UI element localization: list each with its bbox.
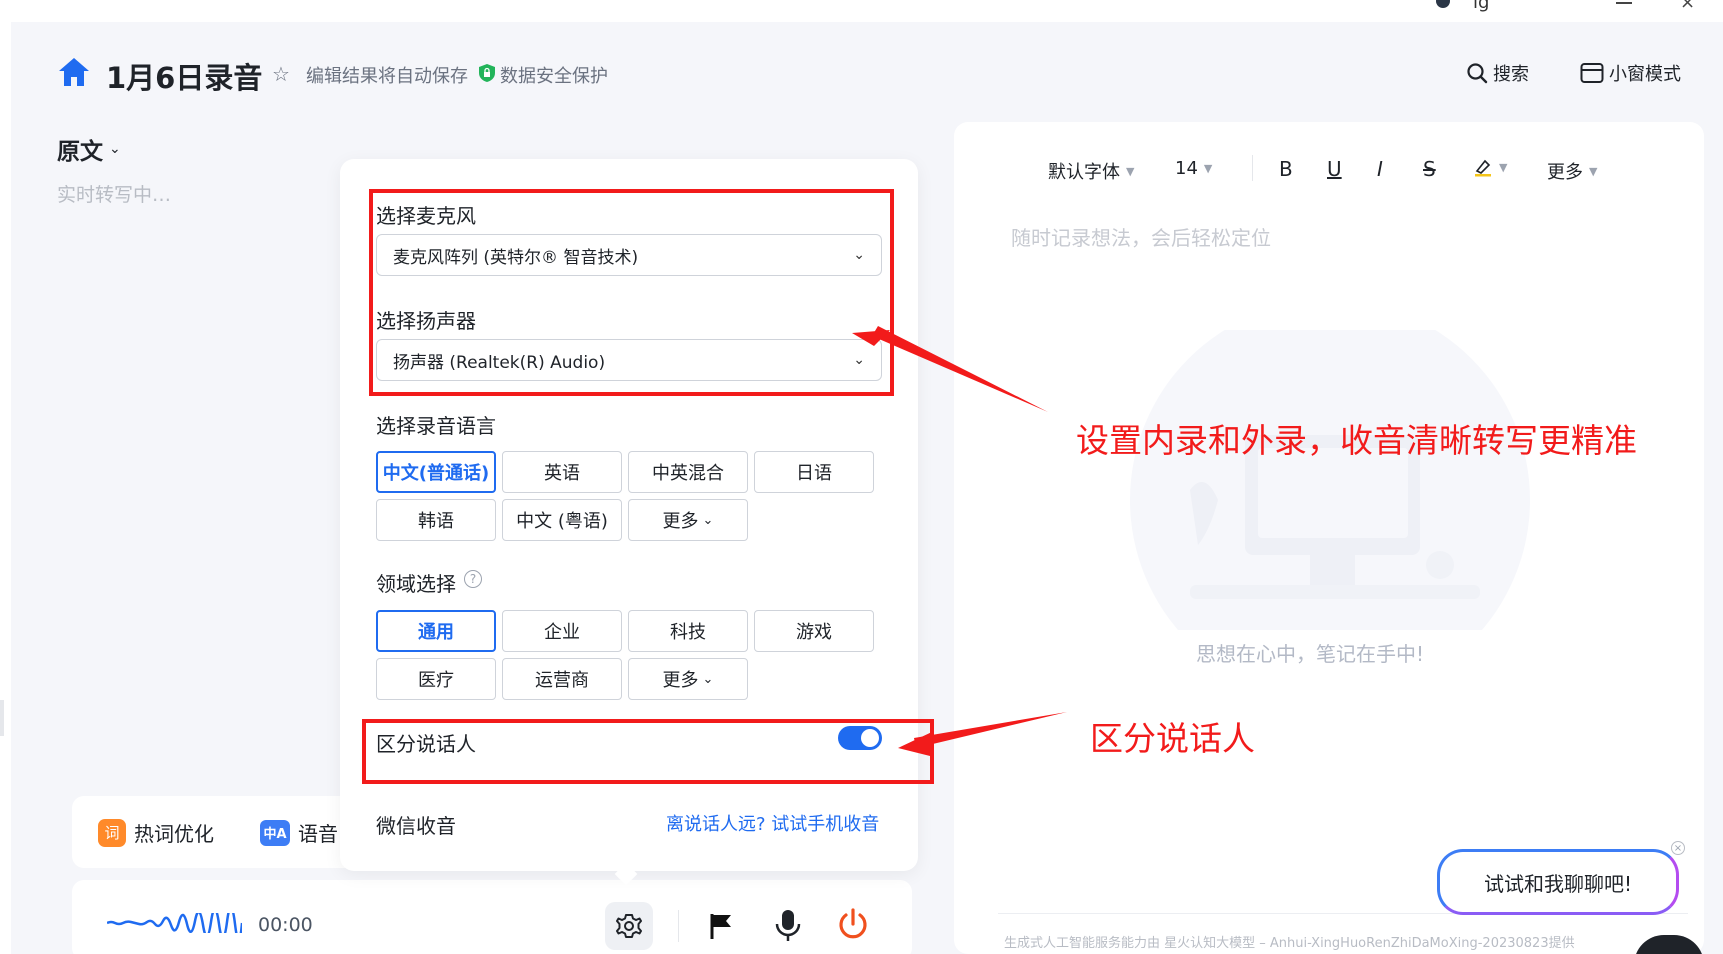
- mini-window-label: 小窗模式: [1609, 64, 1681, 85]
- domain-more-label: 更多: [662, 670, 699, 691]
- bold-button[interactable]: B: [1279, 157, 1293, 181]
- ai-service-footer: 生成式人工智能服务能力由 星火认知大模型 – Anhui-XingHuoRenZ…: [1004, 936, 1575, 951]
- underline-icon: U: [1327, 157, 1342, 181]
- gear-icon: [616, 914, 642, 938]
- annotation-box-audio-devices: [369, 189, 894, 396]
- hotword-button[interactable]: 词 热词优化: [98, 818, 214, 847]
- search-icon: [1467, 63, 1488, 84]
- voice-button[interactable]: 中A 语音: [260, 818, 338, 847]
- font-family-dropdown[interactable]: 默认字体 ▼: [1048, 158, 1134, 184]
- note-placeholder: 随时记录想法，会后轻松定位: [1011, 226, 1271, 250]
- search-label: 搜索: [1493, 64, 1529, 85]
- caret-down-icon: ▼: [1203, 162, 1213, 175]
- chat-prompt-text: 试试和我聊聊吧!: [1483, 871, 1633, 896]
- microphone-icon[interactable]: [771, 908, 805, 944]
- home-icon[interactable]: [57, 56, 91, 88]
- language-more-label: 更多: [662, 511, 699, 532]
- minimize-icon[interactable]: [1616, 2, 1632, 4]
- power-icon[interactable]: [835, 906, 871, 944]
- caret-down-icon: ▼: [1589, 164, 1598, 178]
- empty-state-illustration: [1130, 330, 1530, 630]
- voice-label: 语音: [298, 822, 338, 846]
- translate-icon: 中A: [260, 819, 290, 846]
- user-icon[interactable]: [1436, 0, 1450, 8]
- page-title[interactable]: 1月6日录音: [106, 55, 262, 97]
- star-icon[interactable]: ☆: [272, 62, 290, 86]
- close-icon[interactable]: ×: [1671, 841, 1685, 855]
- strikethrough-icon: S: [1423, 157, 1436, 181]
- left-edge-tab[interactable]: [0, 700, 4, 736]
- font-size-dropdown[interactable]: 14 ▼: [1175, 158, 1212, 179]
- close-icon[interactable]: ×: [1680, 0, 1695, 13]
- window-icon: [1580, 63, 1604, 83]
- mini-window-button[interactable]: 小窗模式: [1580, 60, 1681, 86]
- domain-option[interactable]: 医疗: [376, 658, 496, 700]
- highlight-dropdown[interactable]: ▼: [1473, 157, 1507, 177]
- domain-section-label: 领域选择: [376, 572, 456, 596]
- domain-option[interactable]: 通用: [376, 610, 496, 652]
- language-option[interactable]: 日语: [754, 451, 874, 493]
- underline-button[interactable]: U: [1327, 157, 1342, 181]
- language-option[interactable]: 英语: [502, 451, 622, 493]
- highlighter-icon: [1475, 159, 1491, 177]
- annotation-text-diarization: 区分说话人: [1090, 719, 1255, 758]
- autosave-text: 编辑结果将自动保存: [306, 66, 468, 87]
- domain-more-button[interactable]: 更多 ⌄: [628, 658, 748, 700]
- annotation-box-speaker-diarization: [362, 719, 934, 784]
- empty-state-slogan: 思想在心中，笔记在手中!: [1196, 642, 1425, 666]
- original-text-dropdown[interactable]: 原文 ⌄: [57, 132, 121, 166]
- caret-down-icon: ▼: [1499, 160, 1508, 174]
- hotword-label: 热词优化: [134, 822, 214, 846]
- font-size-label: 14: [1175, 158, 1198, 179]
- top-strip: ig ×: [0, 0, 1723, 22]
- help-icon[interactable]: ?: [464, 570, 482, 588]
- language-option[interactable]: 中文(普通话): [376, 451, 496, 493]
- flag-icon[interactable]: [705, 910, 737, 942]
- phone-capture-link[interactable]: 离说话人远? 试试手机收音: [666, 810, 879, 836]
- chevron-down-icon: ⌄: [109, 141, 121, 157]
- chevron-down-icon: ⌄: [702, 671, 714, 687]
- language-option[interactable]: 韩语: [376, 499, 496, 541]
- domain-option[interactable]: 科技: [628, 610, 748, 652]
- toolbar-divider: [1252, 155, 1253, 181]
- recording-timer: 00:00: [258, 914, 313, 936]
- search-button[interactable]: 搜索: [1466, 60, 1529, 86]
- settings-button[interactable]: [605, 902, 653, 950]
- more-label: 更多: [1547, 162, 1583, 183]
- ai-chat-prompt[interactable]: 试试和我聊聊吧!: [1437, 849, 1679, 915]
- bold-icon: B: [1279, 157, 1293, 181]
- language-more-button[interactable]: 更多 ⌄: [628, 499, 748, 541]
- domain-option[interactable]: 运营商: [502, 658, 622, 700]
- italic-button[interactable]: I: [1377, 157, 1383, 181]
- waveform: [107, 913, 242, 933]
- caret-down-icon: ▼: [1126, 164, 1135, 178]
- strikethrough-button[interactable]: S: [1423, 157, 1436, 181]
- italic-icon: I: [1377, 157, 1383, 181]
- transcribing-placeholder: 实时转写中…: [57, 184, 172, 206]
- original-text-label: 原文: [57, 139, 103, 165]
- toolbar-divider: [678, 910, 679, 942]
- annotation-text-audio: 设置内录和外录，收音清晰转写更精准: [1076, 421, 1637, 460]
- top-partial-text: ig: [1473, 0, 1490, 13]
- domain-option[interactable]: 企业: [502, 610, 622, 652]
- shield-lock-icon: [479, 64, 495, 82]
- more-dropdown[interactable]: 更多 ▼: [1547, 158, 1597, 184]
- chevron-down-icon: ⌄: [702, 512, 714, 528]
- domain-option[interactable]: 游戏: [754, 610, 874, 652]
- wechat-label: 微信收音: [376, 814, 456, 838]
- language-option[interactable]: 中文 (粤语): [502, 499, 622, 541]
- language-option[interactable]: 中英混合: [628, 451, 748, 493]
- font-family-label: 默认字体: [1048, 162, 1120, 183]
- security-text: 数据安全保护: [500, 66, 608, 87]
- language-section-label: 选择录音语言: [376, 414, 496, 438]
- hotword-icon: 词: [98, 818, 126, 847]
